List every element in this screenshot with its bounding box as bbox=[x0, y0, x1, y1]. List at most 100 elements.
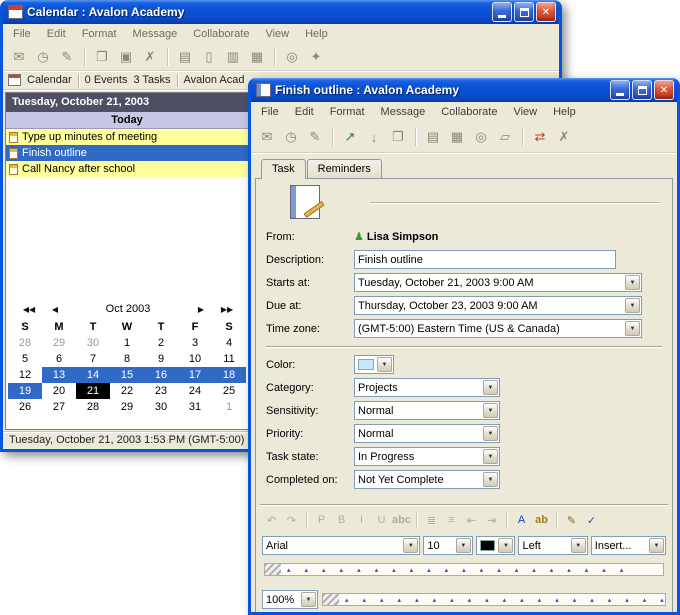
alarm-icon[interactable]: ◷ bbox=[280, 126, 302, 148]
folder-icon[interactable]: ▱ bbox=[494, 126, 516, 148]
calendar-day[interactable]: 2 bbox=[144, 335, 178, 351]
calendar-day[interactable]: 9 bbox=[144, 351, 178, 367]
calendar-day[interactable]: 4 bbox=[212, 335, 246, 351]
font-color-select[interactable]: ▼ bbox=[476, 536, 516, 555]
calendar-day[interactable]: 23 bbox=[144, 383, 178, 399]
alarm-icon[interactable]: ◷ bbox=[32, 46, 54, 68]
menu-help[interactable]: Help bbox=[545, 106, 584, 118]
insert-select[interactable]: Insert... ▼ bbox=[591, 536, 666, 555]
menu-file[interactable]: File bbox=[5, 28, 39, 40]
calendar-day[interactable]: 1 bbox=[110, 335, 144, 351]
save-draft-icon[interactable]: ↓ bbox=[363, 126, 385, 148]
calendar-titlebar[interactable]: Calendar : Avalon Academy ✕ bbox=[3, 0, 559, 24]
chevron-down-icon[interactable]: ▼ bbox=[571, 538, 586, 553]
send-message-icon[interactable]: ↗ bbox=[339, 126, 361, 148]
menu-message[interactable]: Message bbox=[125, 28, 186, 40]
calendar-day[interactable]: 30 bbox=[76, 335, 110, 351]
calendar-day[interactable]: 25 bbox=[212, 383, 246, 399]
next-year-button[interactable]: ▶▶ bbox=[214, 305, 240, 314]
chevron-down-icon[interactable]: ▼ bbox=[483, 380, 498, 395]
calendar-day[interactable]: 16 bbox=[144, 367, 178, 383]
chevron-down-icon[interactable]: ▼ bbox=[649, 538, 664, 553]
new-message-icon[interactable]: ✉ bbox=[256, 126, 278, 148]
calendar-day[interactable]: 15 bbox=[110, 367, 144, 383]
menu-edit[interactable]: Edit bbox=[39, 28, 74, 40]
font-size-select[interactable]: 10 ▼ bbox=[423, 536, 473, 555]
list-view-icon[interactable]: ▤ bbox=[174, 46, 196, 68]
sync-icon[interactable]: ⇄ bbox=[529, 126, 551, 148]
task-list-item[interactable]: Type up minutes of meeting bbox=[6, 129, 248, 145]
time-zone-select[interactable]: (GMT-5:00) Eastern Time (US & Canada) ▼ bbox=[354, 319, 642, 338]
color-select[interactable]: ▼ bbox=[354, 355, 394, 374]
calendar-day[interactable]: 29 bbox=[42, 335, 76, 351]
calendar-day[interactable]: 19 bbox=[8, 383, 42, 399]
tab-reminders[interactable]: Reminders bbox=[307, 159, 382, 178]
menu-message[interactable]: Message bbox=[373, 106, 434, 118]
menu-edit[interactable]: Edit bbox=[287, 106, 322, 118]
maximize-button[interactable] bbox=[632, 80, 652, 100]
calendar-day[interactable]: 20 bbox=[42, 383, 76, 399]
chevron-down-icon[interactable]: ▼ bbox=[301, 592, 316, 607]
calendar-day[interactable]: 11 bbox=[212, 351, 246, 367]
paste-icon[interactable]: ▣ bbox=[115, 46, 137, 68]
calendar-day[interactable]: 10 bbox=[178, 351, 212, 367]
minimize-button[interactable] bbox=[492, 2, 512, 22]
zoom-select[interactable]: 100% ▼ bbox=[262, 590, 318, 609]
chevron-down-icon[interactable]: ▼ bbox=[625, 275, 640, 290]
calendar-day[interactable]: 22 bbox=[110, 383, 144, 399]
calendar-day[interactable]: 26 bbox=[8, 399, 42, 415]
chevron-down-icon[interactable]: ▼ bbox=[483, 449, 498, 464]
print-message-icon[interactable]: ❐ bbox=[387, 126, 409, 148]
task-list-item[interactable]: Finish outline bbox=[6, 145, 248, 161]
next-month-button[interactable]: ▶ bbox=[188, 305, 214, 314]
calendar-day-selected[interactable]: 21 bbox=[76, 383, 110, 399]
minimize-button[interactable] bbox=[610, 80, 630, 100]
calendar-day[interactable]: 29 bbox=[110, 399, 144, 415]
chevron-down-icon[interactable]: ▼ bbox=[377, 357, 392, 372]
view-label[interactable]: Calendar bbox=[27, 74, 72, 86]
calendar-day[interactable]: 13 bbox=[42, 367, 76, 383]
text-color-icon[interactable]: A bbox=[512, 510, 531, 530]
tab-task[interactable]: Task bbox=[261, 159, 306, 179]
chevron-down-icon[interactable]: ▼ bbox=[483, 472, 498, 487]
task-list-item[interactable]: Call Nancy after school bbox=[6, 161, 248, 177]
task-titlebar[interactable]: Finish outline : Avalon Academy ✕ bbox=[251, 78, 677, 102]
day-view-icon[interactable]: ▯ bbox=[198, 46, 220, 68]
starts-at-select[interactable]: Tuesday, October 21, 2003 9:00 AM ▼ bbox=[354, 273, 642, 292]
week-view-icon[interactable]: ▥ bbox=[222, 46, 244, 68]
new-event-icon[interactable]: ✉ bbox=[8, 46, 30, 68]
close-button[interactable]: ✕ bbox=[654, 80, 674, 100]
chevron-down-icon[interactable]: ▼ bbox=[403, 538, 418, 553]
completed-on-select[interactable]: Not Yet Complete ▼ bbox=[354, 470, 500, 489]
signature-icon[interactable]: ✎ bbox=[562, 510, 581, 530]
alignment-select[interactable]: Left ▼ bbox=[518, 536, 587, 555]
description-input[interactable]: Finish outline bbox=[354, 250, 616, 269]
calendar-day[interactable]: 28 bbox=[76, 399, 110, 415]
prev-year-button[interactable]: ◀◀ bbox=[16, 305, 42, 314]
menu-view[interactable]: View bbox=[257, 28, 297, 40]
calendar-day[interactable]: 14 bbox=[76, 367, 110, 383]
category-select[interactable]: Projects ▼ bbox=[354, 378, 500, 397]
new-task-icon[interactable]: ✎ bbox=[304, 126, 326, 148]
month-view-icon[interactable]: ▦ bbox=[246, 46, 268, 68]
chevron-down-icon[interactable]: ▼ bbox=[483, 403, 498, 418]
delete-icon[interactable]: ✗ bbox=[553, 126, 575, 148]
copy-icon[interactable]: ❐ bbox=[91, 46, 113, 68]
delete-icon[interactable]: ✗ bbox=[139, 46, 161, 68]
menu-format[interactable]: Format bbox=[322, 106, 373, 118]
calendar-day[interactable]: 6 bbox=[42, 351, 76, 367]
calendar-day[interactable]: 27 bbox=[42, 399, 76, 415]
task-state-select[interactable]: In Progress ▼ bbox=[354, 447, 500, 466]
menu-collaborate[interactable]: Collaborate bbox=[185, 28, 257, 40]
close-button[interactable]: ✕ bbox=[536, 2, 556, 22]
menu-view[interactable]: View bbox=[505, 106, 545, 118]
address-book-icon[interactable]: ▤ bbox=[422, 126, 444, 148]
spellcheck-icon[interactable]: ✓ bbox=[582, 510, 601, 530]
chevron-down-icon[interactable]: ▼ bbox=[456, 538, 471, 553]
calendar-day[interactable]: 31 bbox=[178, 399, 212, 415]
due-at-select[interactable]: Thursday, October 23, 2003 9:00 AM ▼ bbox=[354, 296, 642, 315]
menu-collaborate[interactable]: Collaborate bbox=[433, 106, 505, 118]
menu-format[interactable]: Format bbox=[74, 28, 125, 40]
sensitivity-select[interactable]: Normal ▼ bbox=[354, 401, 500, 420]
calendar-day[interactable]: 5 bbox=[8, 351, 42, 367]
